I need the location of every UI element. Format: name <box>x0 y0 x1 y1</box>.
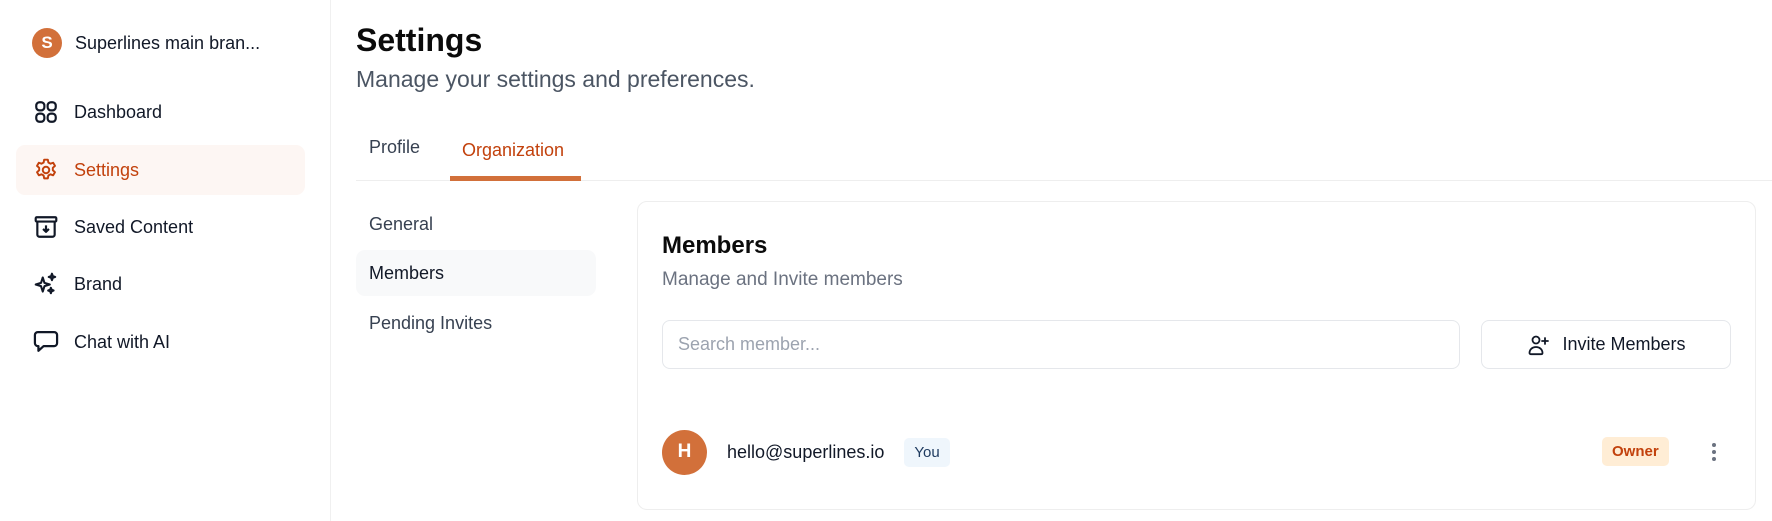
member-actions-menu[interactable] <box>1702 437 1726 467</box>
active-tab-indicator <box>450 176 581 181</box>
members-title: Members <box>662 232 768 259</box>
sidebar-item-label: Chat with AI <box>74 331 171 352</box>
dashboard-grid-icon <box>32 98 60 126</box>
sidebar-item-label: Brand <box>74 273 123 294</box>
sidebar: S Superlines main bran... Dashboard Sett… <box>0 0 331 521</box>
kebab-dot-icon <box>1712 443 1716 447</box>
org-switcher[interactable]: S Superlines main bran... <box>32 28 260 58</box>
member-avatar: H <box>662 429 707 475</box>
page-subtitle: Manage your settings and preferences. <box>356 66 755 92</box>
sidebar-item-saved-content[interactable]: Saved Content <box>16 202 305 252</box>
sidebar-item-label: Settings <box>74 159 140 180</box>
chat-bubble-icon <box>32 328 60 356</box>
member-email: hello@superlines.io <box>727 441 885 462</box>
you-badge: You <box>904 437 950 467</box>
invite-members-label: Invite Members <box>1562 334 1686 354</box>
org-avatar: S <box>32 28 62 58</box>
sidebar-item-brand[interactable]: Brand <box>16 259 305 309</box>
sidebar-item-label: Dashboard <box>74 101 163 122</box>
sidebar-item-dashboard[interactable]: Dashboard <box>16 87 305 137</box>
sidebar-item-label: Saved Content <box>74 216 194 237</box>
tab-profile[interactable]: Profile <box>369 137 420 158</box>
kebab-dot-icon <box>1712 450 1716 454</box>
sidebar-item-settings[interactable]: Settings <box>16 145 305 195</box>
settings-tabs: Profile Organization <box>356 120 1772 181</box>
subnav-pending-invites[interactable]: Pending Invites <box>356 300 596 346</box>
page-title: Settings <box>356 22 483 58</box>
subnav-members[interactable]: Members <box>356 250 596 296</box>
member-row: H hello@superlines.io You Owner <box>662 429 1732 475</box>
role-badge: Owner <box>1602 437 1669 466</box>
org-name: Superlines main bran... <box>75 32 261 53</box>
tab-organization[interactable]: Organization <box>462 135 564 165</box>
subnav-general[interactable]: General <box>356 201 596 247</box>
archive-download-icon <box>32 213 60 241</box>
search-member-input[interactable] <box>662 320 1460 369</box>
user-plus-icon <box>1526 333 1550 357</box>
members-subtitle: Manage and Invite members <box>662 269 903 290</box>
invite-members-button[interactable]: Invite Members <box>1481 320 1731 369</box>
sidebar-item-chat-with-ai[interactable]: Chat with AI <box>16 317 305 367</box>
gear-icon <box>32 156 60 184</box>
sparkles-icon <box>32 270 60 298</box>
kebab-dot-icon <box>1712 457 1716 461</box>
members-card: Members Manage and Invite members Invite… <box>637 201 1756 510</box>
